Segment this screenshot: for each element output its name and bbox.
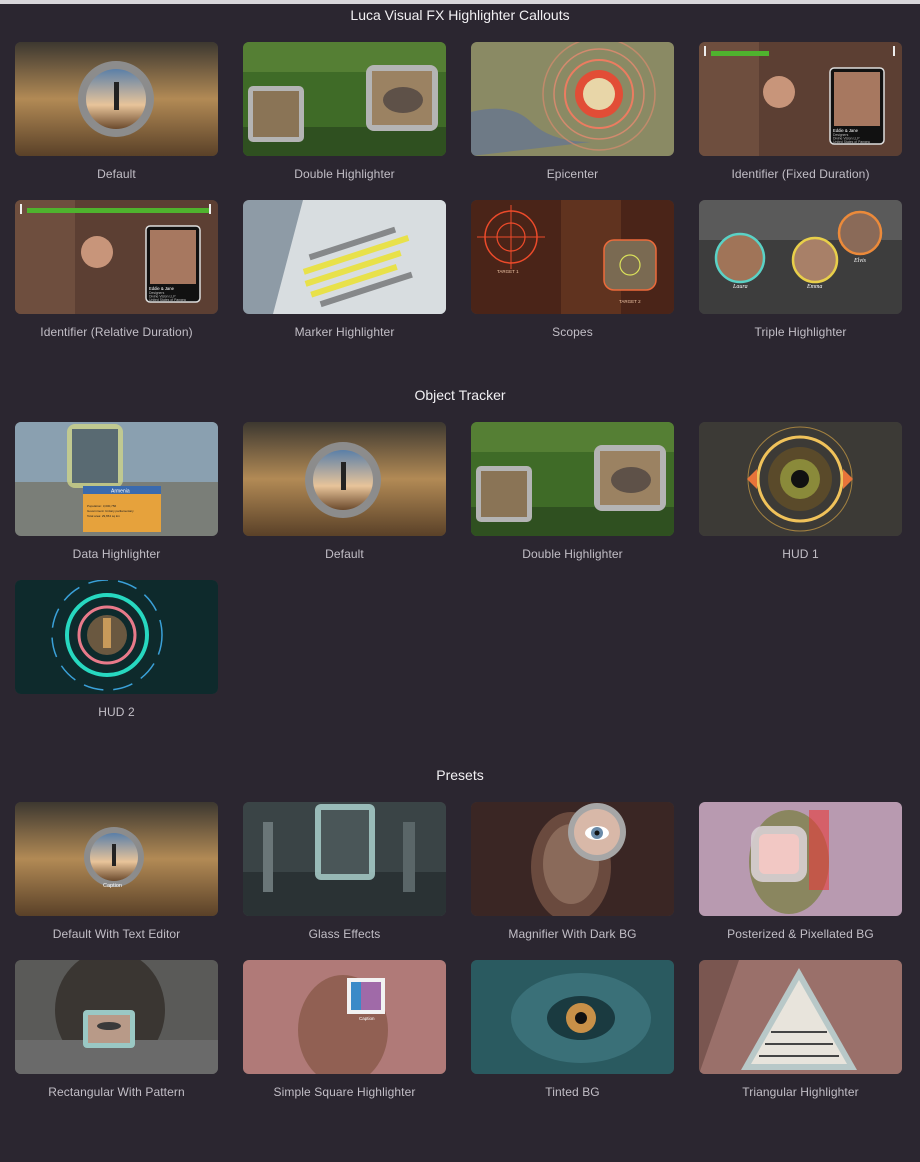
template-tile-magnifier-dark-bg[interactable]: Magnifier With Dark BG (471, 802, 674, 941)
template-tile-rectangular-pattern[interactable]: Rectangular With Pattern (15, 960, 218, 1099)
tile-label: Identifier (Fixed Duration) (731, 167, 870, 181)
thumbnail-posterized-pixellated (699, 802, 902, 916)
tile-label: Epicenter (546, 167, 599, 181)
thumbnail-simple-square: Caption (243, 960, 446, 1074)
tile-label: Simple Square Highlighter (273, 1085, 416, 1099)
thumbnail-marker-highlighter (243, 200, 446, 314)
thumbnail-identifier-fixed: Eddie & Jane Designers Divine Vision LLP… (699, 42, 902, 156)
section-title-presets: Presets (436, 767, 484, 783)
template-tile-double-highlighter-tracker[interactable]: Double Highlighter (471, 422, 674, 561)
thumbnail-hud-1 (699, 422, 902, 536)
thumbnail-hud-2 (15, 580, 218, 694)
tile-label: Glass Effects (308, 927, 381, 941)
data-card-line-1: Population: 3,000,756 (87, 504, 117, 508)
triple-name-1: Laura (732, 284, 748, 290)
thumbnail-default-text-editor: Caption (15, 802, 218, 916)
template-tile-marker-highlighter[interactable]: Marker Highlighter (243, 200, 446, 339)
tile-label: Tinted BG (545, 1085, 600, 1099)
tile-label: Identifier (Relative Duration) (40, 325, 193, 339)
caption-text: Caption (359, 1016, 375, 1021)
template-tile-epicenter[interactable]: Epicenter (471, 42, 674, 181)
thumbnail-triple-highlighter: Laura Emma Elvis (699, 200, 902, 314)
template-tile-hud-2[interactable]: HUD 2 (15, 580, 218, 719)
thumbnail-scopes: TARGET 1 TARGET 2 (471, 200, 674, 314)
thumbnail-default (15, 42, 218, 156)
tile-label: Double Highlighter (294, 167, 395, 181)
thumbnail-double-highlighter (243, 42, 446, 156)
tile-label: Scopes (552, 325, 593, 339)
tile-label: Marker Highlighter (294, 325, 395, 339)
data-card-title: Armenia (111, 489, 130, 495)
data-card-line-2: Government: Unitary parliamentary (87, 509, 134, 513)
thumbnail-identifier-relative: Eddie & Jane Designers Divine Vision LLP… (15, 200, 218, 314)
section-title-object-tracker: Object Tracker (414, 387, 506, 403)
thumbnail-default-tracker (243, 422, 446, 536)
thumbnail-data-highlighter: Armenia Population: 3,000,756 Government… (15, 422, 218, 536)
template-tile-default-text-editor[interactable]: Caption Default With Text Editor (15, 802, 218, 941)
tile-label: Default With Text Editor (52, 927, 181, 941)
card-line-3: United States of Pangea (149, 298, 186, 302)
caption-text: Caption (103, 883, 122, 889)
tile-label: HUD 2 (98, 705, 135, 719)
tile-label: Default (325, 547, 364, 561)
section-title-callouts: Luca Visual FX Highlighter Callouts (350, 7, 570, 23)
template-tile-double-highlighter[interactable]: Double Highlighter (243, 42, 446, 181)
thumbnail-rectangular-pattern (15, 960, 218, 1074)
template-tile-simple-square[interactable]: Caption Simple Square Highlighter (243, 960, 446, 1099)
target-1-label: TARGET 1 (497, 269, 519, 274)
tile-label: Magnifier With Dark BG (508, 927, 637, 941)
template-tile-identifier-fixed[interactable]: Eddie & Jane Designers Divine Vision LLP… (699, 42, 902, 181)
template-tile-triangular[interactable]: Triangular Highlighter (699, 960, 902, 1099)
tile-label: HUD 1 (782, 547, 819, 561)
template-tile-identifier-relative[interactable]: Eddie & Jane Designers Divine Vision LLP… (15, 200, 218, 339)
template-tile-scopes[interactable]: TARGET 1 TARGET 2 Scopes (471, 200, 674, 339)
tile-label: Double Highlighter (522, 547, 623, 561)
tile-label: Data Highlighter (72, 547, 161, 561)
template-tile-tinted-bg[interactable]: Tinted BG (471, 960, 674, 1099)
thumbnail-triangular (699, 960, 902, 1074)
thumbnail-epicenter (471, 42, 674, 156)
tile-label: Triple Highlighter (754, 325, 847, 339)
template-tile-posterized-pixellated[interactable]: Posterized & Pixellated BG (699, 802, 902, 941)
thumbnail-magnifier-dark-bg (471, 802, 674, 916)
thumbnail-glass-effects (243, 802, 446, 916)
tile-label: Default (97, 167, 136, 181)
thumbnail-tinted-bg (471, 960, 674, 1074)
target-2-label: TARGET 2 (619, 299, 641, 304)
triple-name-2: Emma (806, 284, 822, 290)
template-tile-default[interactable]: Default (15, 42, 218, 181)
tile-label: Rectangular With Pattern (48, 1085, 185, 1099)
card-line-3: United States of Pangea (833, 140, 870, 144)
template-tile-glass-effects[interactable]: Glass Effects (243, 802, 446, 941)
data-card-line-3: Total area: 29,654 sq km (87, 514, 120, 518)
tile-label: Posterized & Pixellated BG (727, 927, 874, 941)
template-tile-data-highlighter[interactable]: Armenia Population: 3,000,756 Government… (15, 422, 218, 561)
window-top-edge (0, 0, 920, 4)
template-tile-hud-1[interactable]: HUD 1 (699, 422, 902, 561)
thumbnail-double-highlighter-tracker (471, 422, 674, 536)
triple-name-3: Elvis (853, 258, 867, 264)
template-tile-triple-highlighter[interactable]: Laura Emma Elvis Triple Highlighter (699, 200, 902, 339)
tile-label: Triangular Highlighter (742, 1085, 859, 1099)
template-tile-default-tracker[interactable]: Default (243, 422, 446, 561)
